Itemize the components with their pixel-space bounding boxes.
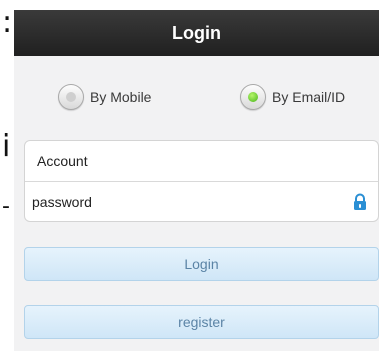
- login-screen: Login By Mobile By Email/ID Account pass…: [14, 10, 379, 351]
- radio-label-by-email: By Email/ID: [272, 89, 346, 105]
- lock-icon: [354, 193, 366, 210]
- account-field[interactable]: Account: [25, 141, 378, 181]
- title-bar: Login: [14, 10, 379, 56]
- password-placeholder: password: [32, 194, 92, 210]
- radio-by-mobile[interactable]: By Mobile: [58, 82, 151, 112]
- background-glyph-dash: -: [2, 194, 10, 219]
- login-form: Account password: [24, 140, 379, 222]
- page-title: Login: [172, 22, 221, 43]
- register-button[interactable]: register: [24, 305, 379, 339]
- account-placeholder: Account: [37, 153, 88, 169]
- password-field[interactable]: password: [25, 182, 378, 222]
- login-button[interactable]: Login: [24, 247, 379, 281]
- background-glyph-colon: :: [2, 5, 13, 40]
- radio-label-by-mobile: By Mobile: [90, 89, 152, 105]
- radio-button-icon[interactable]: [240, 84, 266, 110]
- login-mode-selector: By Mobile By Email/ID: [14, 82, 379, 112]
- radio-dot-selected: [248, 92, 258, 102]
- radio-by-email[interactable]: By Email/ID: [240, 82, 345, 112]
- login-button-label: Login: [184, 256, 219, 272]
- radio-button-icon[interactable]: [58, 84, 84, 110]
- background-glyph-i: i: [2, 129, 11, 164]
- radio-dot-unselected: [66, 92, 76, 102]
- register-button-label: register: [178, 314, 225, 330]
